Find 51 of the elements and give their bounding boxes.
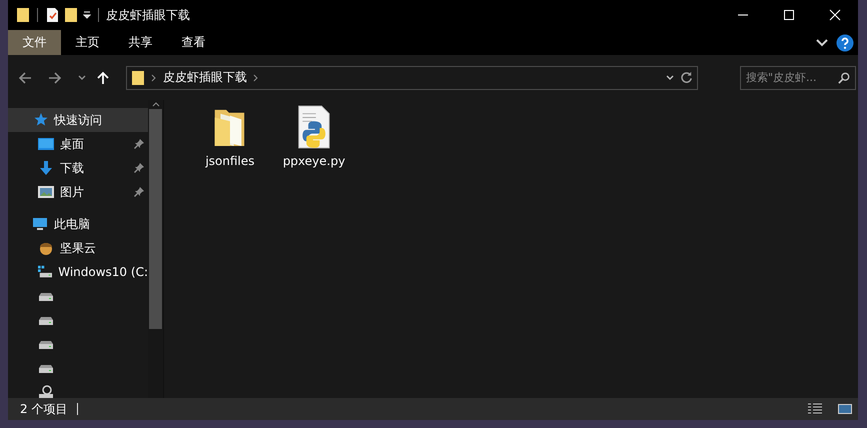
new-folder-icon[interactable] [64, 7, 78, 23]
network-drive-icon [38, 384, 54, 398]
desktop-icon [38, 136, 54, 152]
ribbon-tab[interactable]: 共享 [114, 30, 167, 55]
sidebar-item[interactable]: 桌面 [8, 132, 148, 156]
dropdown-icon[interactable] [83, 11, 91, 19]
dropdown-icon[interactable] [666, 74, 674, 80]
pin-icon[interactable] [134, 163, 144, 173]
scroll-up-icon[interactable] [152, 102, 160, 107]
system-drive-icon [38, 264, 52, 280]
sidebar-item[interactable]: Windows10 (C: [8, 260, 148, 284]
pin-icon[interactable] [134, 187, 144, 197]
scrollbar-thumb[interactable] [149, 109, 162, 329]
back-arrow-icon[interactable] [18, 70, 32, 84]
star-icon [32, 112, 48, 128]
details-view-icon[interactable] [808, 403, 822, 415]
refresh-icon[interactable] [680, 71, 693, 84]
address-bar[interactable]: 皮皮虾插眼下载 [126, 66, 698, 90]
window-title: 皮皮虾插眼下载 [106, 6, 190, 24]
search-field[interactable]: 搜索"皮皮虾... [740, 66, 856, 90]
properties-icon[interactable] [45, 7, 59, 23]
folder-icon[interactable] [16, 7, 30, 23]
image-icon [38, 184, 54, 200]
chevron-icon[interactable] [816, 38, 828, 46]
item-count: 2 个项目 [20, 400, 68, 418]
file-name: ppxeye.py [282, 154, 346, 168]
computer-icon [32, 216, 48, 232]
ribbon-tab[interactable]: 主页 [61, 30, 114, 55]
download-arrow-icon [38, 160, 54, 176]
ribbon-tab[interactable]: 文件 [8, 30, 61, 55]
up-arrow-icon[interactable] [96, 70, 110, 84]
pin-icon[interactable] [134, 139, 144, 149]
file-item[interactable]: jsonfiles [191, 104, 269, 168]
sidebar-item[interactable]: 下载 [8, 156, 148, 180]
file-item[interactable]: ppxeye.py [275, 104, 353, 168]
ribbon-tab[interactable]: 查看 [167, 30, 220, 55]
help-icon[interactable] [836, 34, 854, 52]
file-name: jsonfiles [205, 154, 255, 168]
breadcrumb-chevron-icon[interactable] [151, 74, 157, 82]
folder-icon [131, 70, 145, 86]
breadcrumb-chevron-icon[interactable] [253, 74, 259, 82]
sidebar-item[interactable]: 快速访问 [8, 108, 148, 132]
forward-arrow-icon[interactable] [48, 70, 62, 84]
acorn-icon [38, 240, 54, 256]
sidebar-item[interactable]: 此电脑 [8, 212, 148, 236]
sidebar-item[interactable]: 图片 [8, 180, 148, 204]
recent-dropdown-icon[interactable] [78, 74, 86, 80]
breadcrumb-item[interactable]: 皮皮虾插眼下载 [163, 69, 247, 86]
sidebar-item[interactable]: 坚果云 [8, 236, 148, 260]
search-icon [838, 72, 850, 84]
large-icons-view-icon[interactable] [838, 403, 852, 415]
